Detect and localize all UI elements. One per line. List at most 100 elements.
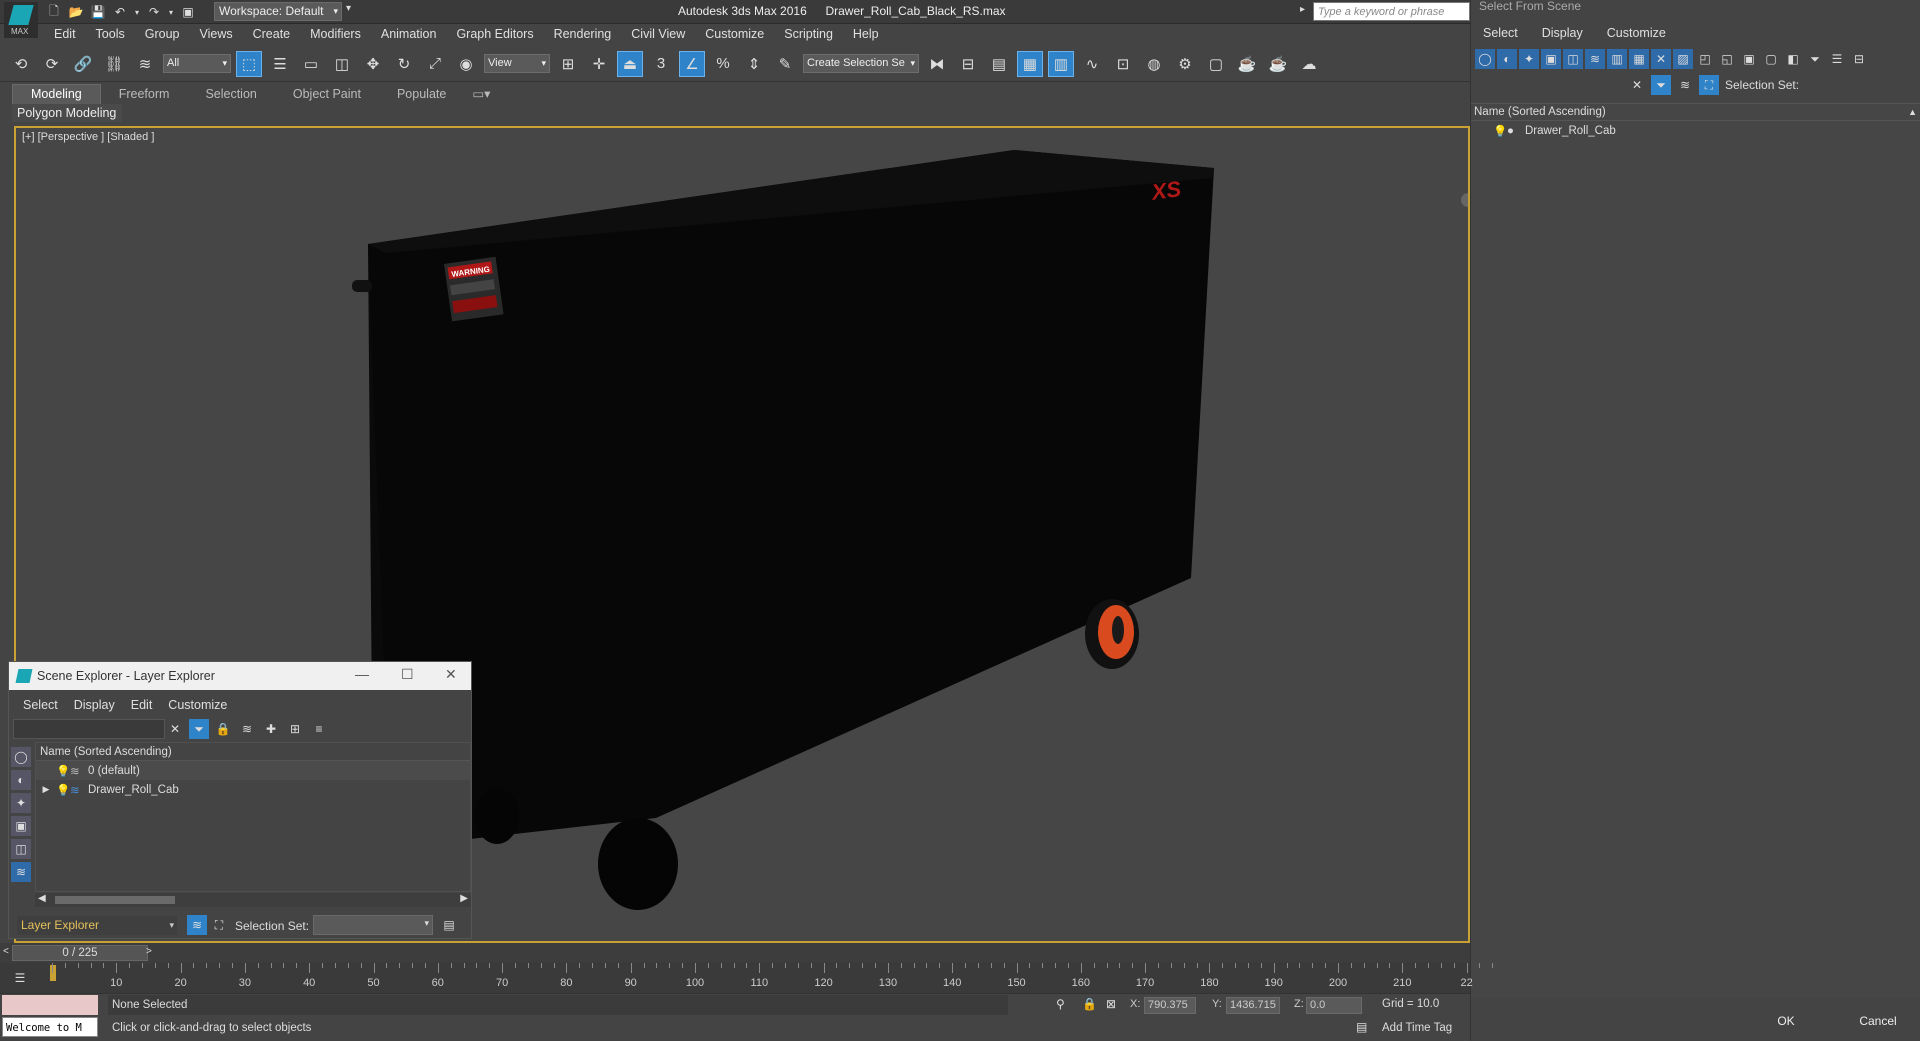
select-children-icon[interactable]: ⊞	[285, 719, 305, 739]
lightbulb-icon[interactable]: 💡	[1493, 124, 1507, 138]
render-setup-icon[interactable]: ⚙	[1172, 51, 1198, 77]
display-lights-icon[interactable]: ✦	[1519, 49, 1539, 69]
select-from-scene-panel[interactable]: Select From Scene Select Display Customi…	[1470, 0, 1920, 1041]
menu-modifiers[interactable]: Modifiers	[300, 24, 371, 44]
absolute-mode-icon[interactable]: ⊠	[1106, 997, 1116, 1011]
filter-icon[interactable]: ⏷	[1651, 75, 1671, 95]
menu-animation[interactable]: Animation	[371, 24, 447, 44]
time-next-icon[interactable]: >	[146, 946, 152, 957]
sort-by-hierarchy-icon[interactable]: ⛶	[1699, 75, 1719, 95]
ok-button[interactable]: OK	[1761, 1010, 1811, 1032]
se-menu-edit[interactable]: Edit	[123, 698, 161, 712]
unlink-selection-icon[interactable]: ⛓	[101, 51, 127, 77]
app-logo-button[interactable]: MAX	[4, 2, 38, 38]
display-frozen-icon[interactable]: ◰	[1695, 49, 1715, 69]
tab-object-paint[interactable]: Object Paint	[275, 85, 379, 104]
track-bar[interactable]: ☰ 10 20 30 40 50 60 70 80 90 100 110 120 130 140 150 16…	[0, 963, 1494, 993]
se-menu-display[interactable]: Display	[66, 698, 123, 712]
tab-freeform[interactable]: Freeform	[101, 85, 188, 104]
sfs-menu-select[interactable]: Select	[1471, 23, 1530, 43]
percent-snap-icon[interactable]: %	[710, 51, 736, 77]
ribbon-options-icon[interactable]: ▭▾	[464, 85, 498, 104]
filter-icon[interactable]: ⏷	[1805, 49, 1825, 69]
sort-by-layer-icon[interactable]: ≋	[187, 915, 207, 935]
sort-by-hierarchy-icon[interactable]: ⛶	[209, 915, 229, 935]
rectangular-selection-icon[interactable]: ▭	[298, 51, 324, 77]
manage-layers-icon[interactable]: ▤	[986, 51, 1012, 77]
redo-icon[interactable]: ⟳	[39, 51, 65, 77]
reference-coordinate-dropdown[interactable]: View ▾	[484, 54, 550, 73]
selection-filter-dropdown[interactable]: All ▾	[163, 54, 231, 73]
add-to-layer-icon[interactable]: ✚	[261, 719, 281, 739]
display-groups-icon[interactable]: ▥	[1607, 49, 1627, 69]
list-item[interactable]: 💡 ● Drawer_Roll_Cab	[1471, 121, 1920, 140]
open-file-icon[interactable]: 📂	[66, 2, 86, 22]
new-file-icon[interactable]: 🗋	[44, 2, 64, 22]
clear-filter-icon[interactable]: ✕	[1627, 75, 1647, 95]
material-editor-icon[interactable]: ◍	[1141, 51, 1167, 77]
display-shapes-icon[interactable]: ◐	[1497, 49, 1517, 69]
maxscript-mini-listener[interactable]: Welcome to M	[2, 1017, 98, 1037]
display-xrefs-icon[interactable]: ▦	[1629, 49, 1649, 69]
curve-editor-icon[interactable]: ∿	[1079, 51, 1105, 77]
search-input[interactable]: Type a keyword or phrase	[1313, 2, 1470, 21]
display-helpers-icon[interactable]: ◫	[11, 839, 31, 859]
maxscript-listener[interactable]	[2, 995, 98, 1015]
menu-rendering[interactable]: Rendering	[544, 24, 622, 44]
se-find-input[interactable]	[13, 719, 165, 739]
isolate-selection-icon[interactable]: ⚲	[1056, 997, 1065, 1011]
collapse-icon[interactable]: ⊟	[1849, 49, 1869, 69]
scroll-right-icon[interactable]: ▶	[460, 893, 468, 904]
display-hidden-icon[interactable]: ◱	[1717, 49, 1737, 69]
select-object-icon[interactable]: ⬚	[236, 50, 262, 77]
display-containers-icon[interactable]: ▨	[1673, 49, 1693, 69]
rotate-icon[interactable]: ↻	[391, 51, 417, 77]
list-item[interactable]: ▶ 💡 ≋ Drawer_Roll_Cab	[36, 780, 470, 799]
time-slider[interactable]: < 0 / 225 >	[0, 943, 1470, 963]
menu-customize[interactable]: Customize	[695, 24, 774, 44]
time-slider-thumb[interactable]: 0 / 225	[12, 945, 148, 961]
se-menu-select[interactable]: Select	[15, 698, 66, 712]
named-selection-dropdown[interactable]: Create Selection Se ▾	[803, 54, 919, 73]
undo-icon[interactable]: ⟲	[8, 51, 34, 77]
scene-explorer-window[interactable]: Scene Explorer - Layer Explorer — ☐ ✕ Se…	[8, 661, 472, 939]
filter-options-icon[interactable]: ☰	[1827, 49, 1847, 69]
se-column-header[interactable]: Name (Sorted Ascending)	[36, 743, 470, 761]
menu-scripting[interactable]: Scripting	[774, 24, 843, 44]
minimize-icon[interactable]: —	[355, 666, 369, 682]
display-helpers-icon[interactable]: ◫	[1563, 49, 1583, 69]
cancel-button[interactable]: Cancel	[1846, 1010, 1910, 1032]
rendered-frame-window-icon[interactable]: ▢	[1203, 51, 1229, 77]
scale-icon[interactable]: ⤢	[422, 51, 448, 77]
create-layer-icon[interactable]: ≋	[237, 719, 257, 739]
ribbon-toggle-icon[interactable]: ▥	[1048, 50, 1074, 77]
save-file-icon[interactable]: 💾	[88, 2, 108, 22]
scene-explorer-icon[interactable]: ▦	[1017, 50, 1043, 77]
quick-access-menu-icon[interactable]: ▾	[346, 3, 351, 14]
edit-named-selection-icon[interactable]: ✎	[772, 51, 798, 77]
lock-icon[interactable]: 🔒	[213, 719, 233, 739]
schematic-view-icon[interactable]: ⊡	[1110, 51, 1136, 77]
display-all-icon[interactable]: ▣	[1739, 49, 1759, 69]
menu-help[interactable]: Help	[843, 24, 889, 44]
add-time-tag[interactable]: Add Time Tag	[1382, 1022, 1452, 1034]
scene-explorer-titlebar[interactable]: Scene Explorer - Layer Explorer — ☐ ✕	[9, 662, 471, 690]
render-production-icon[interactable]: ☕	[1234, 51, 1260, 77]
display-spacewarps-icon[interactable]: ≋	[11, 862, 31, 882]
tab-populate[interactable]: Populate	[379, 85, 464, 104]
se-selection-set-dropdown[interactable]: ▾	[313, 915, 433, 935]
filter-icon[interactable]: ⏷	[189, 719, 209, 739]
list-item[interactable]: 💡 ≋ 0 (default)	[36, 761, 470, 780]
display-cameras-icon[interactable]: ▣	[11, 816, 31, 836]
project-folder-icon[interactable]: ▣	[178, 2, 198, 22]
display-cameras-icon[interactable]: ▣	[1541, 49, 1561, 69]
y-coordinate-field[interactable]: 1436.715	[1226, 997, 1280, 1014]
z-coordinate-field[interactable]: 0.0	[1306, 997, 1362, 1014]
scrollbar-thumb[interactable]	[55, 896, 175, 904]
display-shapes-icon[interactable]: ◐	[11, 770, 31, 790]
menu-views[interactable]: Views	[189, 24, 242, 44]
menu-edit[interactable]: Edit	[44, 24, 86, 44]
display-geometry-icon[interactable]: ◯	[1475, 49, 1495, 69]
manipulate-icon[interactable]: ✛	[586, 51, 612, 77]
move-icon[interactable]: ✥	[360, 51, 386, 77]
